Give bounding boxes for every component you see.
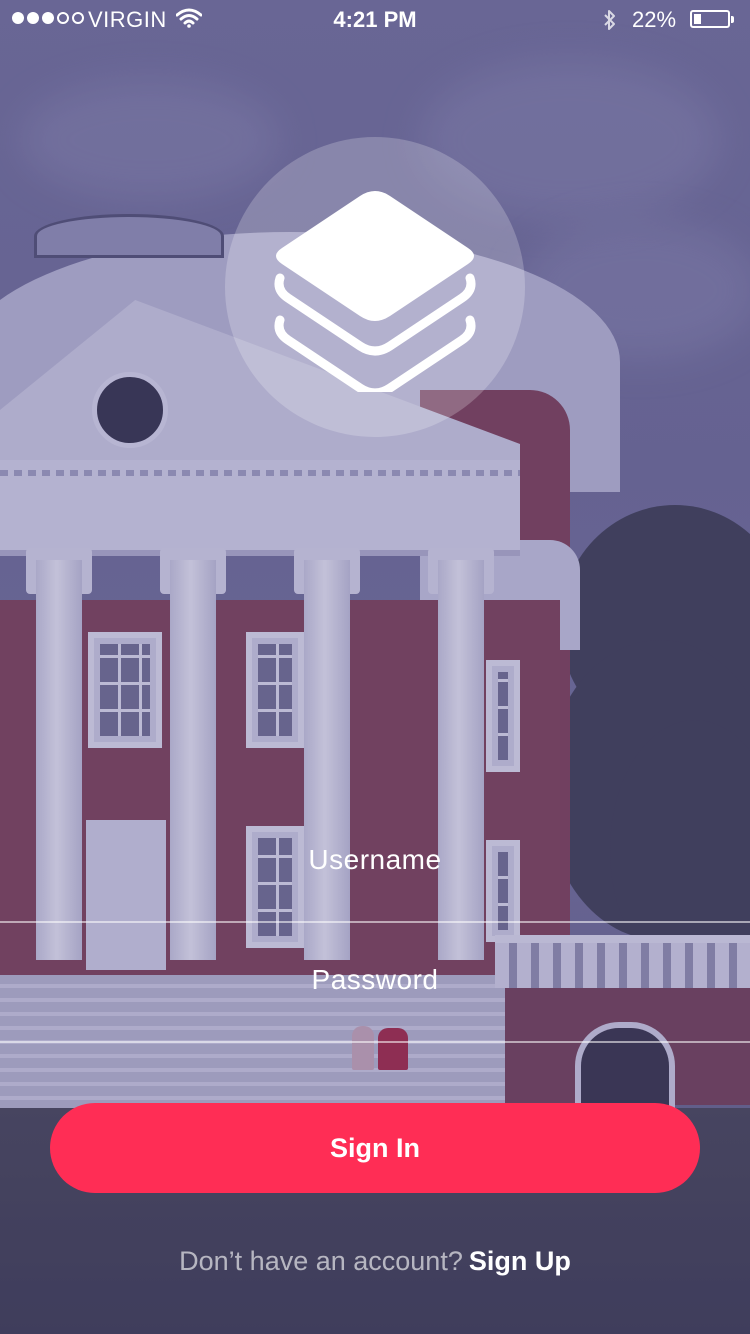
sign-in-button[interactable]: Sign In	[50, 1103, 700, 1193]
sign-up-row: Don’t have an account? Sign Up	[0, 1246, 750, 1277]
battery-icon	[690, 10, 734, 28]
battery-fill	[694, 14, 701, 24]
username-field[interactable]: Username	[0, 830, 750, 924]
password-field[interactable]: Password	[0, 950, 750, 1044]
bluetooth-icon	[602, 8, 618, 38]
status-bar: VIRGIN 4:21 PM 22%	[0, 0, 750, 40]
password-underline	[0, 1041, 750, 1043]
username-placeholder: Username	[308, 844, 442, 875]
username-underline	[0, 921, 750, 923]
layers-icon	[266, 180, 484, 398]
sign-up-prompt: Don’t have an account?	[179, 1246, 463, 1276]
battery-percentage: 22%	[632, 7, 677, 32]
password-placeholder: Password	[311, 964, 439, 995]
sign-up-link[interactable]: Sign Up	[469, 1246, 571, 1276]
login-screen: VIRGIN 4:21 PM 22% Username Password Sig…	[0, 0, 750, 1334]
